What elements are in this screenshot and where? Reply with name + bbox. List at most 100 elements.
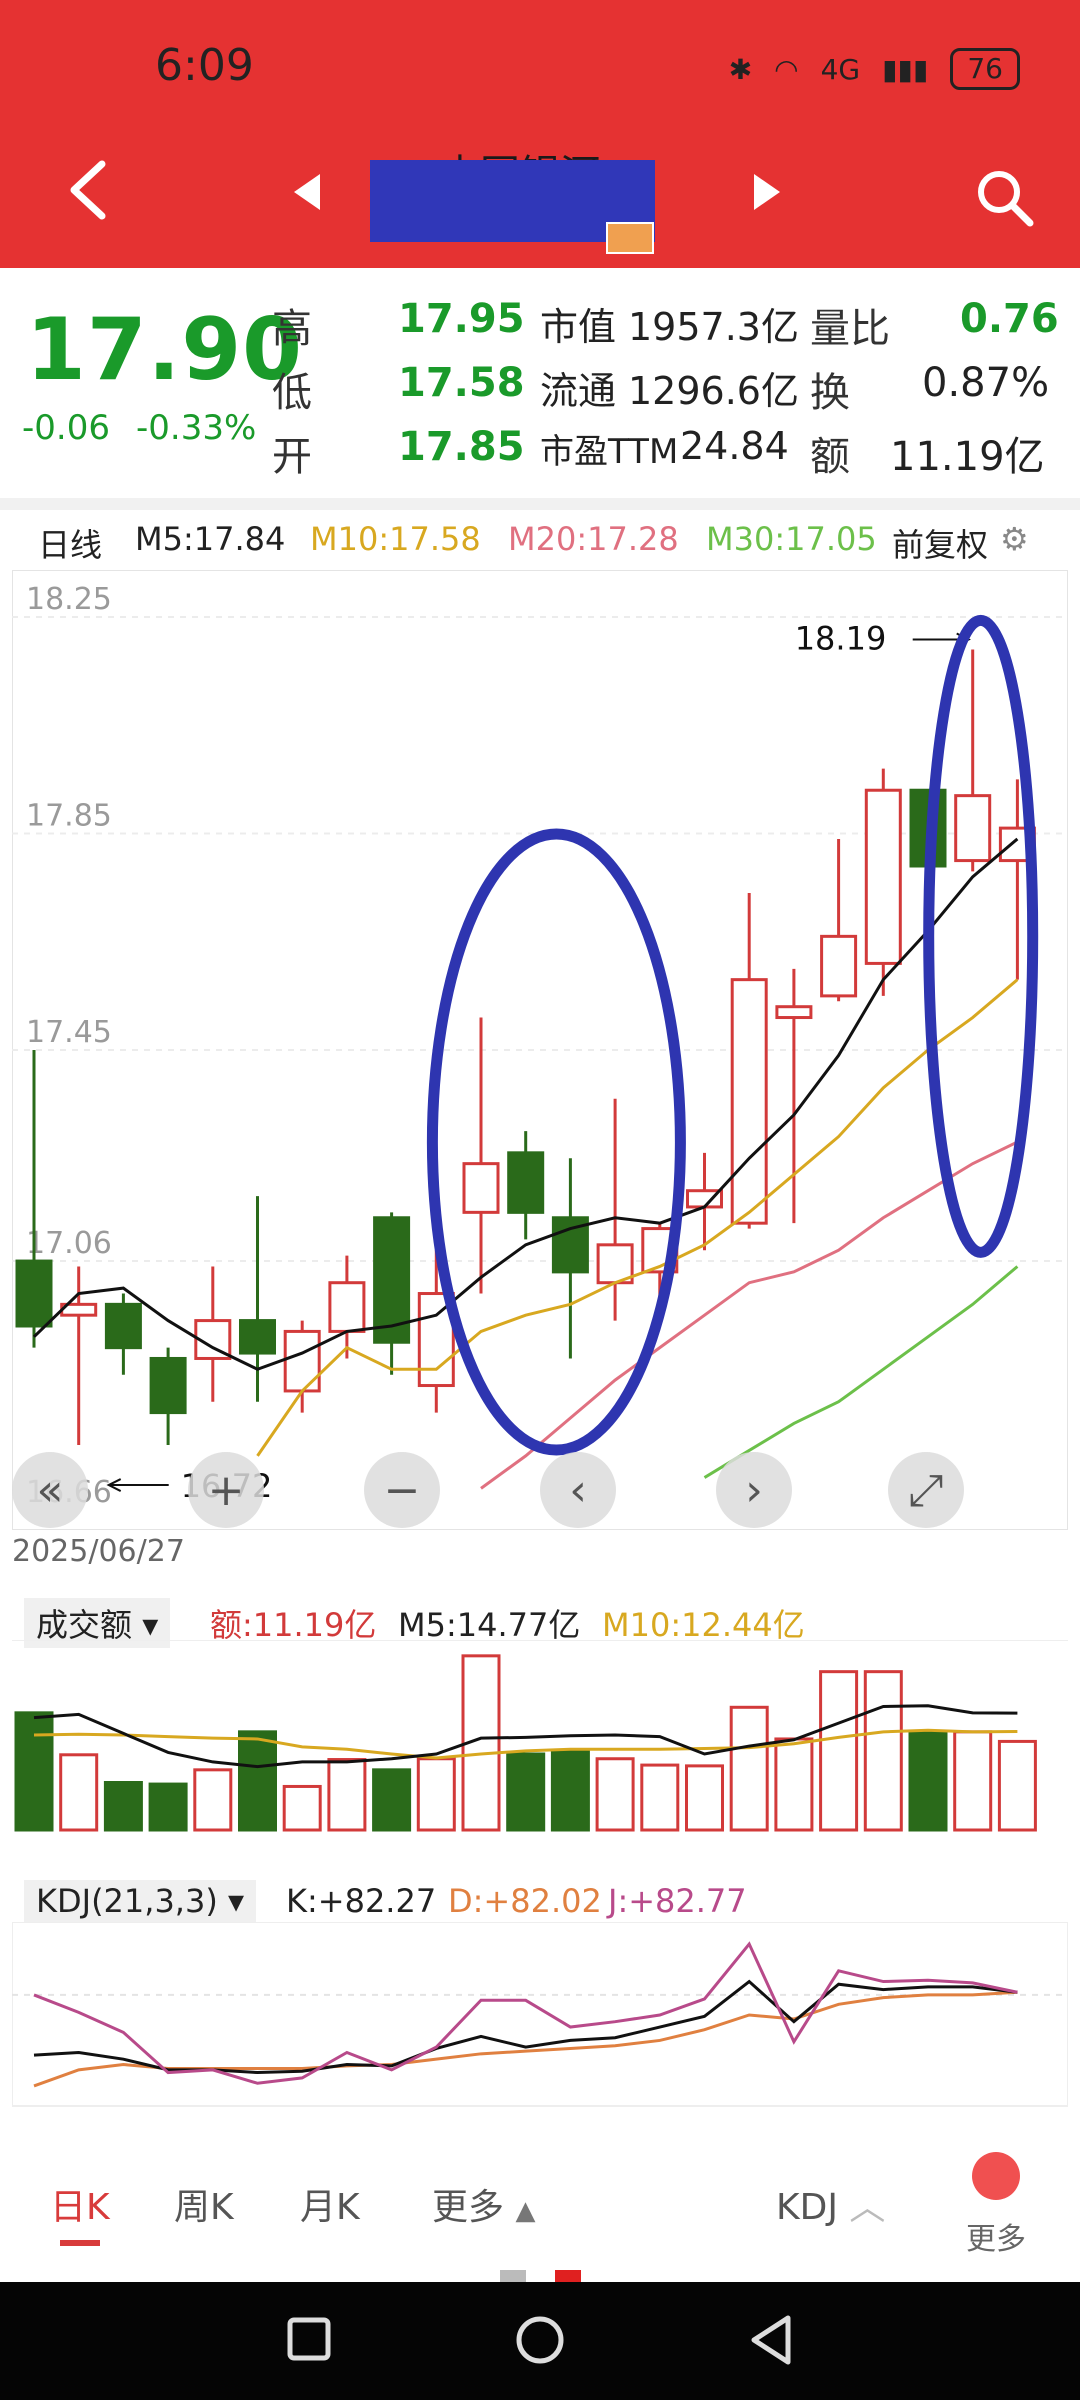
stock-badge-icon xyxy=(606,222,654,254)
candle-body xyxy=(507,1151,545,1214)
network-label: 4G xyxy=(820,52,861,86)
kdj-k: K:+82.27 xyxy=(286,1882,437,1920)
tab-monthly[interactable]: 月K xyxy=(300,2178,360,2230)
indicator-switch[interactable]: KDJ ︿ xyxy=(776,2178,885,2230)
active-tab-indicator xyxy=(60,2240,100,2246)
volume-label: 成交额 xyxy=(36,1606,133,1644)
kdj-j: J:+82.77 xyxy=(608,1882,747,1920)
turnover-label: 换 xyxy=(810,370,850,416)
system-nav-bar xyxy=(0,2282,1080,2400)
y-tick-label: 18.25 xyxy=(26,582,112,617)
y-tick-label: 17.06 xyxy=(26,1226,112,1261)
volume-bar xyxy=(640,1763,680,1832)
kdj-selector[interactable]: KDJ(21,3,3) ▾ xyxy=(24,1880,257,1922)
volume-bar xyxy=(103,1781,143,1832)
settings-icon[interactable]: ⚙ xyxy=(1000,520,1029,558)
dropdown-icon: ▾ xyxy=(142,1606,159,1644)
period-label[interactable]: 日线 xyxy=(38,520,102,566)
scroll-left-icon[interactable]: ‹ xyxy=(540,1452,616,1528)
tab-more[interactable]: 更多 ▲ xyxy=(432,2178,535,2230)
pe-ttm-value: 24.84 xyxy=(680,424,789,468)
high-value: 17.95 xyxy=(398,296,525,342)
amount-value: 11.19亿 xyxy=(890,434,1045,480)
volume-bar xyxy=(997,1739,1037,1832)
home-icon[interactable] xyxy=(514,2314,566,2366)
tab-more-label: 更多 xyxy=(432,2187,505,2228)
ma30-label: M30:17.05 xyxy=(706,520,877,558)
low-value: 17.58 xyxy=(398,360,525,406)
kdj-j-line xyxy=(33,1941,1018,2085)
kdj-chart[interactable] xyxy=(12,1922,1068,2108)
price-change: -0.06 xyxy=(22,408,110,448)
candle-body xyxy=(149,1356,187,1415)
back-icon[interactable] xyxy=(66,160,110,220)
volume-bar xyxy=(729,1705,769,1832)
wifi-icon: ◠ xyxy=(774,52,799,86)
next-stock-icon[interactable] xyxy=(752,172,782,212)
high-marker-label: 18.19 xyxy=(795,620,887,658)
volume-bar xyxy=(550,1749,590,1832)
search-icon[interactable] xyxy=(975,168,1035,228)
pe-ttm-label: 市盈TTM xyxy=(540,432,679,472)
volume-bar xyxy=(416,1757,456,1832)
tab-weekly[interactable]: 周K xyxy=(174,2178,234,2230)
indicator-label: KDJ xyxy=(776,2187,838,2228)
candle-body xyxy=(328,1281,366,1333)
section-divider xyxy=(0,498,1080,510)
status-time: 6:09 xyxy=(155,40,254,91)
kline-chart[interactable]: 18.2517.8517.4517.0616.6618.1916.72 xyxy=(12,570,1068,1530)
volume-bar xyxy=(59,1753,99,1832)
turnover-value: 0.87% xyxy=(922,360,1050,406)
market-cap-label: 市值 xyxy=(540,305,617,349)
caret-up-icon: ▲ xyxy=(515,2196,536,2226)
bluetooth-icon: ✱ xyxy=(728,52,753,86)
candle-body xyxy=(954,794,992,863)
candle-body xyxy=(864,788,902,965)
candle-body xyxy=(462,1162,500,1214)
adjust-mode[interactable]: 前复权 xyxy=(892,520,988,566)
volume-bar xyxy=(953,1730,993,1832)
previous-stock-icon[interactable] xyxy=(292,172,322,212)
ma20-label: M20:17.28 xyxy=(508,520,679,558)
system-back-icon[interactable] xyxy=(748,2314,792,2366)
kdj-label: KDJ(21,3,3) xyxy=(36,1882,218,1920)
candle-body xyxy=(730,978,768,1225)
candle-body xyxy=(820,934,858,998)
candle-body xyxy=(283,1329,321,1393)
high-label: 高 xyxy=(272,306,312,352)
volume-bar xyxy=(774,1737,814,1832)
volume-chart[interactable] xyxy=(12,1640,1068,1840)
y-tick-label: 17.45 xyxy=(26,1015,112,1050)
scroll-right-icon[interactable]: › xyxy=(716,1452,792,1528)
volume-bar xyxy=(327,1758,367,1832)
recent-apps-icon[interactable] xyxy=(286,2316,332,2362)
volume-bar xyxy=(193,1768,233,1832)
amount-label: 额 xyxy=(810,434,850,480)
battery-icon: 76 xyxy=(950,48,1020,90)
header-bar: 6:09 ✱ ◠ 4G ▮▮▮ 76 中国银河 xyxy=(0,0,1080,268)
scroll-first-icon[interactable]: « xyxy=(12,1452,88,1528)
float-cap-label: 流通 xyxy=(540,369,617,413)
candle-body xyxy=(104,1302,142,1350)
volume-bar xyxy=(863,1670,903,1832)
tab-daily[interactable]: 日K xyxy=(50,2178,110,2230)
status-icons: ✱ ◠ 4G ▮▮▮ 76 xyxy=(729,48,1020,90)
zoom-in-icon[interactable]: + xyxy=(188,1452,264,1528)
volume-ratio-value: 0.76 xyxy=(960,296,1059,342)
period-tabs xyxy=(0,2150,1080,2280)
kdj-frame xyxy=(12,1922,1068,2107)
dropdown-icon: ▾ xyxy=(227,1882,245,1920)
more-label[interactable]: 更多 xyxy=(966,2214,1026,2258)
more-app-icon[interactable] xyxy=(972,2152,1020,2200)
open-value: 17.85 xyxy=(398,424,525,470)
volume-ratio-label: 量比 xyxy=(810,306,890,352)
float-cap-value: 1296.6亿 xyxy=(628,369,799,413)
annotation-ellipse xyxy=(426,828,686,1456)
low-label: 低 xyxy=(272,370,312,416)
fullscreen-icon[interactable]: ⤢ xyxy=(888,1452,964,1528)
zoom-out-icon[interactable]: − xyxy=(364,1452,440,1528)
volume-bar xyxy=(238,1730,277,1832)
volume-bar xyxy=(685,1764,724,1832)
volume-bar xyxy=(595,1757,635,1832)
market-cap-value: 1957.3亿 xyxy=(628,305,799,349)
